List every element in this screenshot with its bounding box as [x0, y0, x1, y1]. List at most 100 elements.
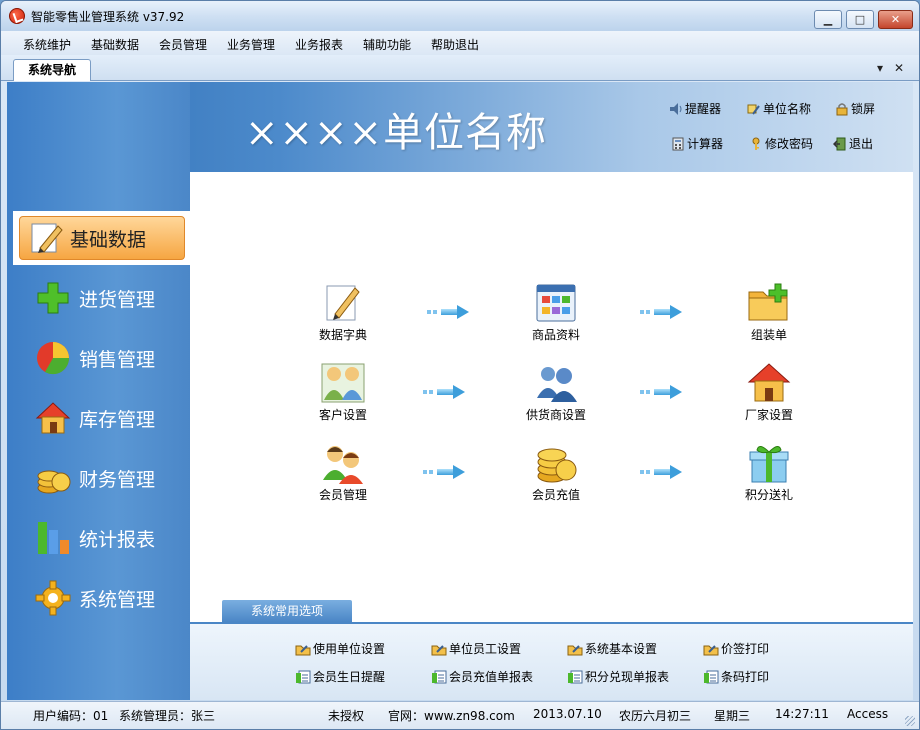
- exit-door-icon: [832, 137, 847, 151]
- title-bar[interactable]: 智能零售业管理系统 v37.92 ▁ □ ✕: [1, 1, 919, 31]
- app-window: 智能零售业管理系统 v37.92 ▁ □ ✕ 系统维护 基础数据 会员管理 业务…: [0, 0, 920, 730]
- option-birthday-reminder[interactable]: 会员生日提醒: [295, 668, 385, 685]
- coins-icon: [534, 442, 578, 484]
- sidebar-item-basic-data[interactable]: 基础数据: [13, 211, 190, 265]
- flow-arrow-icon: [423, 465, 467, 479]
- calculator-link[interactable]: 计算器: [671, 135, 723, 152]
- sidebar-label-finance: 财务管理: [79, 468, 156, 491]
- option-label: 条码打印: [721, 670, 770, 684]
- menu-basic-data[interactable]: 基础数据: [91, 36, 139, 53]
- option-barcode-print[interactable]: 条码打印: [703, 668, 769, 685]
- status-website: 官网：www.zn98.com: [388, 709, 515, 723]
- product-grid-icon: [534, 282, 578, 324]
- option-unit-settings[interactable]: 使用单位设置: [295, 640, 385, 657]
- suppliers-icon: [534, 362, 578, 404]
- status-database: Access: [847, 707, 889, 721]
- resize-grip-icon[interactable]: [905, 716, 915, 726]
- flow-arrow-icon: [423, 385, 467, 399]
- menu-system-maintenance[interactable]: 系统维护: [23, 36, 71, 53]
- options-tab[interactable]: 系统常用选项: [222, 600, 352, 622]
- node-assembly-order[interactable]: 组装单: [724, 282, 814, 343]
- active-item-highlight: 基础数据: [19, 216, 185, 260]
- unit-name-label: 单位名称: [763, 102, 812, 116]
- settings-folder-icon: [295, 642, 311, 656]
- sidebar-item-finance[interactable]: 财务管理: [21, 451, 191, 505]
- sidebar-item-system[interactable]: 系统管理: [21, 571, 191, 625]
- report-icon: [703, 670, 719, 684]
- tab-list-chevron-icon[interactable]: ▾: [877, 61, 883, 75]
- options-panel: [190, 622, 913, 700]
- option-points-redeem-report[interactable]: 积分兑现单报表: [567, 668, 669, 685]
- node-label: 厂家设置: [744, 408, 793, 422]
- factory-house-icon: [747, 362, 791, 404]
- maximize-icon: □: [854, 13, 866, 26]
- node-label: 供货商设置: [525, 408, 586, 422]
- tab-system-navigation[interactable]: 系统导航: [13, 59, 91, 81]
- option-price-tag-print[interactable]: 价签打印: [703, 640, 769, 657]
- option-label: 价签打印: [721, 642, 770, 656]
- node-product-info[interactable]: 商品资料: [511, 282, 601, 343]
- node-supplier-settings[interactable]: 供货商设置: [511, 362, 601, 423]
- menu-member-management[interactable]: 会员管理: [159, 36, 207, 53]
- option-recharge-report[interactable]: 会员充值单报表: [431, 668, 533, 685]
- bar-chart-icon: [35, 520, 71, 556]
- tab-bar: 系统导航 ▾ ✕: [1, 55, 919, 81]
- sidebar-label-inventory: 库存管理: [79, 408, 156, 431]
- key-icon: [749, 137, 763, 151]
- members-icon: [321, 442, 365, 484]
- sidebar-item-purchase[interactable]: 进货管理: [21, 271, 191, 325]
- option-label: 积分兑现单报表: [585, 670, 670, 684]
- node-data-dictionary[interactable]: 数据字典: [298, 282, 388, 343]
- status-date: 2013.07.10: [533, 707, 602, 721]
- sidebar-item-reports[interactable]: 统计报表: [21, 511, 191, 565]
- status-lunar-date: 农历六月初三: [619, 709, 692, 723]
- pie-chart-icon: [35, 340, 71, 376]
- settings-folder-icon: [431, 642, 447, 656]
- menu-business-management[interactable]: 业务管理: [227, 36, 275, 53]
- folder-add-icon: [747, 282, 791, 324]
- green-plus-icon: [35, 280, 71, 316]
- change-password-link[interactable]: 修改密码: [749, 135, 813, 152]
- reminder-link[interactable]: 提醒器: [669, 100, 721, 117]
- node-label: 积分送礼: [744, 488, 793, 502]
- lock-screen-link[interactable]: 锁屏: [835, 100, 875, 117]
- node-label: 会员充值: [531, 488, 580, 502]
- exit-link[interactable]: 退出: [832, 135, 873, 152]
- option-staff-settings[interactable]: 单位员工设置: [431, 640, 521, 657]
- minimize-button[interactable]: ▁: [814, 10, 842, 29]
- lock-label: 锁屏: [851, 102, 876, 116]
- flow-arrow-icon: [640, 385, 684, 399]
- sidebar-item-inventory[interactable]: 库存管理: [21, 391, 191, 445]
- menu-bar: 系统维护 基础数据 会员管理 业务管理 业务报表 辅助功能 帮助退出: [1, 31, 919, 55]
- node-member-management[interactable]: 会员管理: [298, 442, 388, 503]
- status-user-code: 用户编码：01: [33, 709, 109, 723]
- pencil-note-icon: [28, 220, 64, 256]
- calculator-icon: [671, 137, 685, 151]
- close-button[interactable]: ✕: [878, 10, 913, 29]
- unit-name-link[interactable]: 单位名称: [747, 100, 811, 117]
- house-icon: [35, 400, 71, 436]
- node-manufacturer-settings[interactable]: 厂家设置: [724, 362, 814, 423]
- pencil-note-icon: [321, 282, 365, 324]
- sidebar-label-purchase: 进货管理: [79, 288, 156, 311]
- flow-arrow-icon: [427, 305, 471, 319]
- node-label: 商品资料: [531, 328, 580, 342]
- report-icon: [295, 670, 311, 684]
- sidebar-item-sales[interactable]: 销售管理: [21, 331, 191, 385]
- speaker-icon: [669, 102, 683, 116]
- option-label: 会员生日提醒: [313, 670, 386, 684]
- node-customer-settings[interactable]: 客户设置: [298, 362, 388, 423]
- option-label: 使用单位设置: [313, 642, 386, 656]
- app-logo-icon: [9, 8, 25, 24]
- node-points-gift[interactable]: 积分送礼: [724, 442, 814, 503]
- menu-help-exit[interactable]: 帮助退出: [431, 36, 479, 53]
- tab-close-icon[interactable]: ✕: [894, 61, 904, 75]
- option-system-basic-settings[interactable]: 系统基本设置: [567, 640, 657, 657]
- menu-auxiliary[interactable]: 辅助功能: [363, 36, 411, 53]
- node-member-recharge[interactable]: 会员充值: [511, 442, 601, 503]
- sidebar-label-basic-data: 基础数据: [70, 228, 147, 251]
- report-icon: [567, 670, 583, 684]
- maximize-button[interactable]: □: [846, 10, 874, 29]
- close-icon: ✕: [890, 13, 901, 26]
- menu-business-reports[interactable]: 业务报表: [295, 36, 343, 53]
